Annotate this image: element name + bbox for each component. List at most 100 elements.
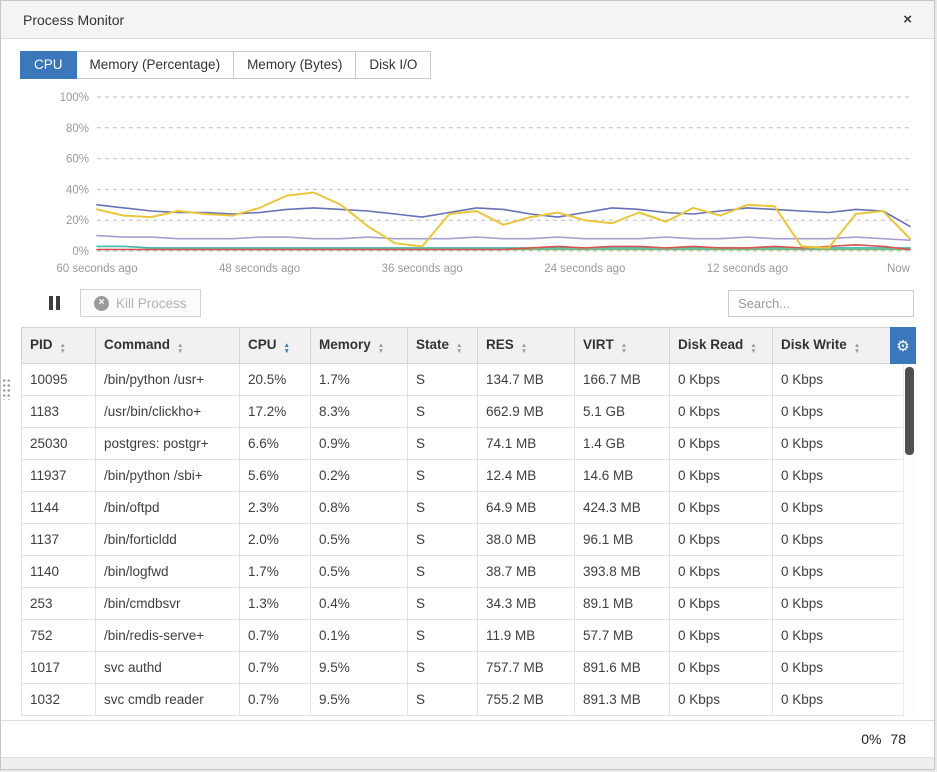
cell-command: svc authd	[96, 652, 240, 684]
process-row-10095[interactable]: 10095/bin/python /usr+20.5%1.7%S134.7 MB…	[22, 364, 904, 396]
column-header-disk-write[interactable]: Disk Write▲▼	[773, 328, 904, 364]
cell-disk-write: 0 Kbps	[773, 492, 904, 524]
cell-res: 74.1 MB	[478, 428, 575, 460]
cell-disk-write: 0 Kbps	[773, 428, 904, 460]
column-header-disk-read[interactable]: Disk Read▲▼	[670, 328, 773, 364]
cell-command: /usr/bin/clickho+	[96, 396, 240, 428]
kill-process-button[interactable]: × Kill Process	[80, 289, 201, 317]
cell-disk-write: 0 Kbps	[773, 556, 904, 588]
cell-command: /bin/redis-serve+	[96, 620, 240, 652]
cell-pid: 10095	[22, 364, 96, 396]
column-header-memory[interactable]: Memory▲▼	[311, 328, 408, 364]
x-axis-label: 24 seconds ago	[544, 263, 625, 275]
process-row-1032[interactable]: 1032svc cmdb reader0.7%9.5%S755.2 MB891.…	[22, 684, 904, 716]
cell-state: S	[408, 396, 478, 428]
cell-virt: 393.8 MB	[575, 556, 670, 588]
cell-res: 662.9 MB	[478, 396, 575, 428]
column-label: Memory	[319, 337, 371, 352]
cpu-usage-chart: 0%20%40%60%80%100%60 seconds ago48 secon…	[21, 85, 914, 281]
cell-cpu: 1.3%	[240, 588, 311, 620]
cell-memory: 8.3%	[311, 396, 408, 428]
cell-res: 34.3 MB	[478, 588, 575, 620]
cell-res: 134.7 MB	[478, 364, 575, 396]
column-label: State	[416, 337, 449, 352]
cell-pid: 1144	[22, 492, 96, 524]
process-row-1137[interactable]: 1137/bin/forticldd2.0%0.5%S38.0 MB96.1 M…	[22, 524, 904, 556]
footer-process-count: 78	[890, 731, 906, 747]
cell-cpu: 0.7%	[240, 652, 311, 684]
cell-command: postgres: postgr+	[96, 428, 240, 460]
cell-state: S	[408, 492, 478, 524]
cell-cpu: 2.0%	[240, 524, 311, 556]
process-row-752[interactable]: 752/bin/redis-serve+0.7%0.1%S11.9 MB57.7…	[22, 620, 904, 652]
process-row-1017[interactable]: 1017svc authd0.7%9.5%S757.7 MB891.6 MB0 …	[22, 652, 904, 684]
column-header-pid[interactable]: PID▲▼	[22, 328, 96, 364]
process-row-11937[interactable]: 11937/bin/python /sbi+5.6%0.2%S12.4 MB14…	[22, 460, 904, 492]
cell-res: 757.7 MB	[478, 652, 575, 684]
cell-virt: 96.1 MB	[575, 524, 670, 556]
column-settings-button[interactable]: ⚙	[890, 327, 916, 364]
column-header-virt[interactable]: VIRT▲▼	[575, 328, 670, 364]
cell-cpu: 1.7%	[240, 556, 311, 588]
cell-disk-read: 0 Kbps	[670, 396, 773, 428]
cell-disk-write: 0 Kbps	[773, 652, 904, 684]
column-header-cpu[interactable]: CPU▲▼	[240, 328, 311, 364]
search-input[interactable]	[728, 290, 914, 317]
sort-icon: ▲▼	[521, 343, 527, 354]
cell-disk-write: 0 Kbps	[773, 620, 904, 652]
cell-command: /bin/forticldd	[96, 524, 240, 556]
cell-disk-write: 0 Kbps	[773, 396, 904, 428]
column-label: VIRT	[583, 337, 614, 352]
pause-button[interactable]	[43, 292, 66, 314]
cell-pid: 1140	[22, 556, 96, 588]
process-row-1140[interactable]: 1140/bin/logfwd1.7%0.5%S38.7 MB393.8 MB0…	[22, 556, 904, 588]
table-scrollbar[interactable]	[903, 365, 915, 714]
cell-virt: 891.6 MB	[575, 652, 670, 684]
cell-cpu: 0.7%	[240, 620, 311, 652]
cell-res: 38.0 MB	[478, 524, 575, 556]
x-axis-label: 36 seconds ago	[382, 263, 463, 275]
cell-pid: 1032	[22, 684, 96, 716]
column-header-res[interactable]: RES▲▼	[478, 328, 575, 364]
close-icon[interactable]: ×	[903, 12, 912, 27]
toolbar: × Kill Process	[21, 289, 914, 317]
x-axis-label: 60 seconds ago	[56, 263, 137, 275]
x-axis-label: 48 seconds ago	[219, 263, 300, 275]
titlebar: Process Monitor ×	[1, 1, 934, 39]
cell-virt: 14.6 MB	[575, 460, 670, 492]
cell-disk-read: 0 Kbps	[670, 524, 773, 556]
cell-pid: 1017	[22, 652, 96, 684]
process-row-1144[interactable]: 1144/bin/oftpd2.3%0.8%S64.9 MB424.3 MB0 …	[22, 492, 904, 524]
cell-memory: 0.2%	[311, 460, 408, 492]
cell-disk-read: 0 Kbps	[670, 556, 773, 588]
tab-cpu[interactable]: CPU	[20, 51, 77, 79]
cell-virt: 5.1 GB	[575, 396, 670, 428]
cell-memory: 0.5%	[311, 524, 408, 556]
column-header-command[interactable]: Command▲▼	[96, 328, 240, 364]
cell-disk-write: 0 Kbps	[773, 460, 904, 492]
cell-pid: 1183	[22, 396, 96, 428]
cell-pid: 25030	[22, 428, 96, 460]
cell-command: /bin/oftpd	[96, 492, 240, 524]
cell-memory: 0.1%	[311, 620, 408, 652]
resize-handle[interactable]	[2, 378, 11, 400]
cell-disk-read: 0 Kbps	[670, 492, 773, 524]
sort-icon: ▲▼	[750, 343, 756, 354]
cell-cpu: 6.6%	[240, 428, 311, 460]
column-header-state[interactable]: State▲▼	[408, 328, 478, 364]
tab-disk-i-o[interactable]: Disk I/O	[355, 51, 431, 79]
cell-command: /bin/cmdbsvr	[96, 588, 240, 620]
process-row-25030[interactable]: 25030postgres: postgr+6.6%0.9%S74.1 MB1.…	[22, 428, 904, 460]
cell-virt: 1.4 GB	[575, 428, 670, 460]
tab-memory-percentage[interactable]: Memory (Percentage)	[76, 51, 235, 79]
sort-icon: ▲▼	[284, 343, 290, 354]
process-row-253[interactable]: 253/bin/cmdbsvr1.3%0.4%S34.3 MB89.1 MB0 …	[22, 588, 904, 620]
tab-memory-bytes[interactable]: Memory (Bytes)	[233, 51, 356, 79]
cell-state: S	[408, 652, 478, 684]
cpu-chart-svg: 0%20%40%60%80%100%60 seconds ago48 secon…	[21, 85, 916, 281]
process-row-1183[interactable]: 1183/usr/bin/clickho+17.2%8.3%S662.9 MB5…	[22, 396, 904, 428]
column-label: PID	[30, 337, 53, 352]
scrollbar-thumb[interactable]	[905, 367, 914, 455]
cell-res: 12.4 MB	[478, 460, 575, 492]
sort-icon: ▲▼	[854, 343, 860, 354]
